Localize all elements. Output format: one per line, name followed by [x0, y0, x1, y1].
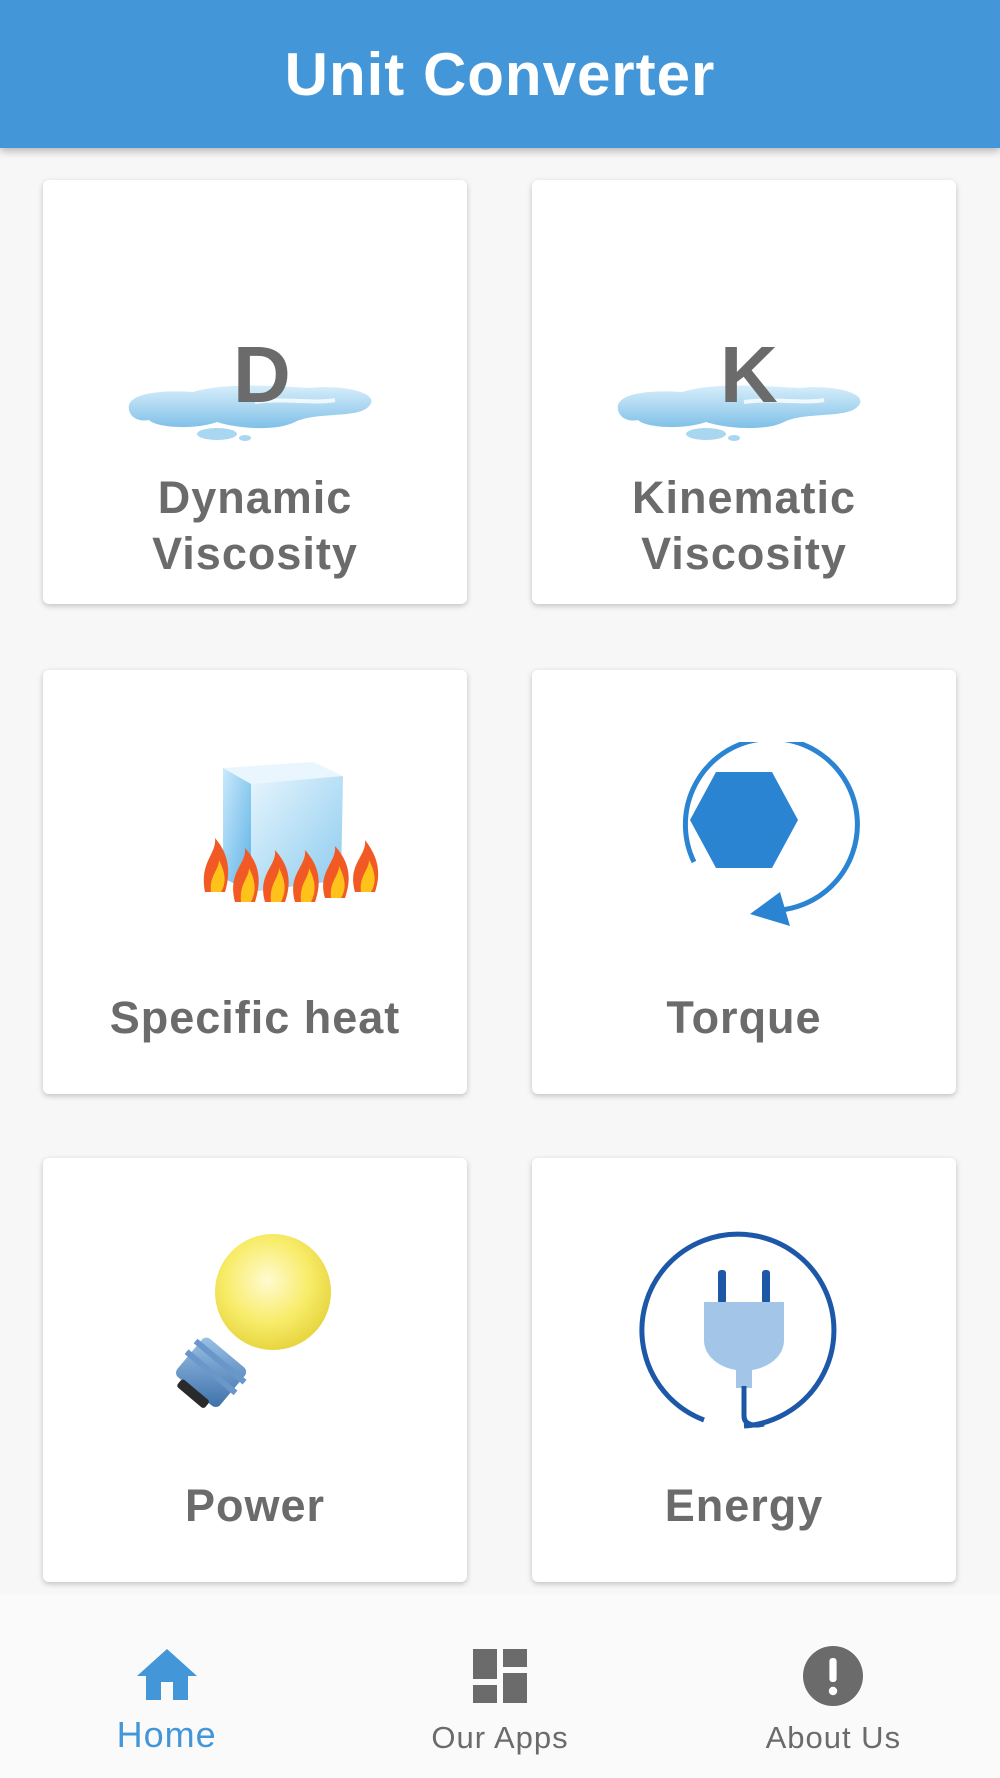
dynamic-viscosity-icon: D	[105, 252, 405, 452]
torque-icon	[594, 742, 894, 942]
card-label: Energy	[664, 1480, 824, 1531]
apps-grid-icon	[464, 1640, 536, 1712]
card-label: Specific heat	[109, 992, 401, 1043]
card-label: Torque	[666, 992, 822, 1043]
app-screen: Unit Converter D Dynamic Viscosity K Kin…	[0, 0, 1000, 1778]
card-dynamic-viscosity[interactable]: D Dynamic Viscosity	[43, 180, 467, 604]
card-letter: D	[233, 330, 291, 419]
nav-item-home[interactable]: Home	[0, 1594, 333, 1778]
app-bar: Unit Converter	[0, 0, 1000, 148]
nav-item-our-apps[interactable]: Our Apps	[333, 1594, 666, 1778]
card-letter: K	[720, 330, 778, 419]
power-icon	[105, 1230, 405, 1430]
nav-item-about-us[interactable]: About Us	[667, 1594, 1000, 1778]
kinematic-viscosity-icon: K	[594, 252, 894, 452]
card-label: Dynamic Viscosity	[43, 470, 467, 582]
specific-heat-icon	[105, 742, 405, 942]
bottom-navigation: Home Our Apps About Us	[0, 1594, 1000, 1778]
home-icon	[131, 1640, 203, 1712]
energy-icon	[594, 1230, 894, 1430]
card-label: Kinematic Viscosity	[532, 470, 956, 582]
card-kinematic-viscosity[interactable]: K Kinematic Viscosity	[532, 180, 956, 604]
nav-label-home: Home	[116, 1714, 217, 1755]
info-alert-icon	[797, 1640, 869, 1712]
nav-label-about-us: About Us	[765, 1720, 902, 1755]
app-title: Unit Converter	[284, 40, 716, 108]
card-label-line1: Kinematic	[631, 472, 857, 523]
card-specific-heat[interactable]: Specific heat	[43, 670, 467, 1094]
card-torque[interactable]: Torque	[532, 670, 956, 1094]
card-label-line2: Viscosity	[641, 528, 847, 579]
nav-label-our-apps: Our Apps	[431, 1720, 569, 1755]
card-label: Power	[184, 1480, 326, 1531]
card-label-line2: Viscosity	[152, 528, 358, 579]
card-label-line1: Dynamic	[157, 472, 353, 523]
card-energy[interactable]: Energy	[532, 1158, 956, 1582]
card-power[interactable]: Power	[43, 1158, 467, 1582]
